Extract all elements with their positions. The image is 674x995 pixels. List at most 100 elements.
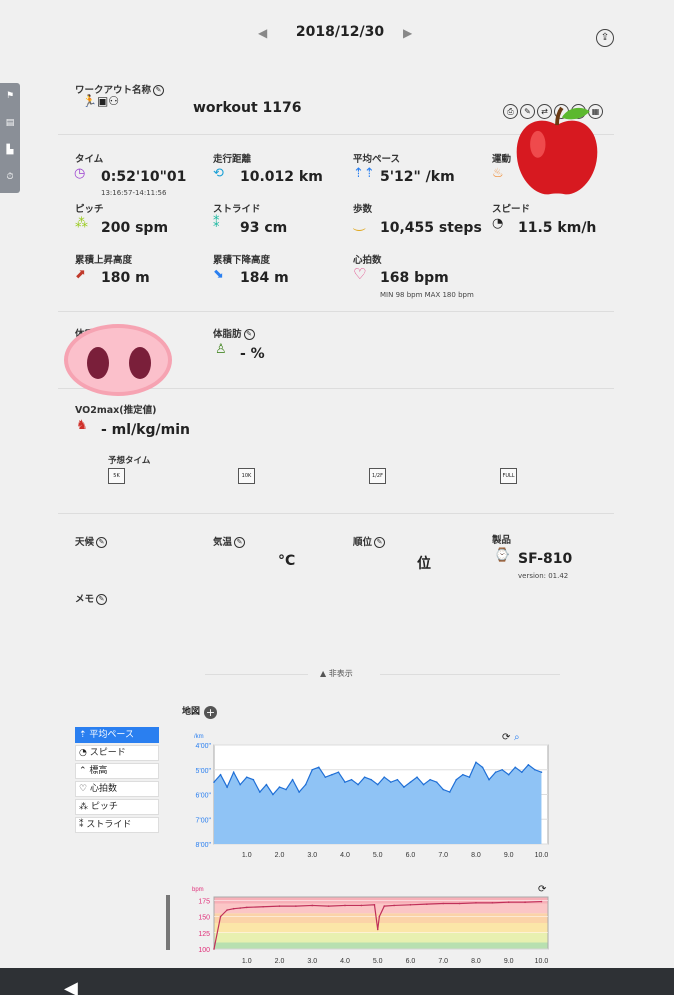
x-tick-label: 3.0 (307, 852, 317, 859)
side-tab-timer-icon[interactable]: ⏱ (0, 164, 20, 191)
x-tick-label: 3.0 (307, 958, 317, 965)
prev-date-button[interactable]: ◀ (258, 26, 267, 40)
pace-point (494, 771, 497, 774)
hr-point (262, 905, 264, 908)
pace-point (475, 761, 477, 764)
edit-pencil-icon[interactable]: ✎ (96, 537, 108, 548)
series-heart-rate[interactable]: ♡ 心拍数 (75, 781, 159, 797)
y-tick-label: 4'00" (195, 743, 211, 750)
pace-point (291, 778, 294, 781)
speed-value: 11.5 km/h (518, 220, 597, 236)
side-tab-summary-icon[interactable]: ⚑ (0, 83, 20, 110)
hide-toggle: ▲ 非表示 (0, 668, 674, 682)
pace-point (324, 776, 327, 778)
y-tick-label: 7'00" (195, 817, 211, 824)
series-elevation[interactable]: ⌃ 標高 (75, 763, 159, 779)
time-range: 13:16:57-14:11:56 (101, 189, 167, 197)
edit-pencil-icon[interactable]: ✎ (153, 85, 165, 96)
route-icon: ⟲ (213, 166, 224, 181)
run-type-icons: 🏃▣⚇ (82, 94, 120, 108)
ascent-icon: ⬈ (75, 267, 86, 282)
hr-point (426, 903, 428, 905)
scrollbar[interactable] (166, 895, 170, 950)
temperature-unit: °C (278, 553, 296, 569)
zoom-icon: ⌕ (514, 732, 520, 743)
pace-icon: ⇡⇡ (353, 166, 375, 181)
predict-5k-icon[interactable]: 5K (108, 468, 125, 484)
hr-zone-band (214, 942, 548, 949)
descent-value: 184 m (240, 270, 289, 286)
divider (58, 311, 614, 312)
pace-point (304, 783, 307, 786)
side-tab-lap-icon[interactable]: ▤ (0, 110, 20, 137)
pace-value: 5'12" /km (380, 169, 455, 185)
hide-button[interactable]: ▲ 非表示 (320, 668, 353, 679)
hr-point (524, 901, 526, 903)
body-fat-label: 体脂肪 ✎ (213, 326, 255, 340)
x-tick-label: 10.0 (535, 852, 549, 859)
x-tick-label: 6.0 (406, 958, 416, 965)
pace-point (409, 781, 412, 783)
y-tick-label: 5'00" (195, 768, 211, 775)
pace-point (448, 791, 451, 793)
series-speed[interactable]: ◔ スピード (75, 745, 159, 761)
series-pace[interactable]: ⇡ 平均ペース (75, 727, 159, 743)
hr-zone-band (214, 932, 548, 943)
pace-point (350, 778, 353, 781)
time-label: タイム (75, 154, 104, 165)
x-tick-label: 5.0 (373, 852, 383, 859)
hr-zone-band (214, 913, 548, 923)
rank-label: 順位 ✎ (353, 534, 386, 548)
pace-point (311, 768, 314, 771)
body-fat-icon: ♙ (215, 342, 227, 357)
bottom-bar (0, 968, 674, 995)
pace-point (383, 776, 386, 778)
share-icon[interactable]: ⇪ (596, 29, 614, 47)
pace-point (285, 788, 287, 791)
hr-point (540, 900, 543, 903)
edit-pencil-icon[interactable]: ✎ (374, 537, 386, 548)
series-stride[interactable]: ⁑ ストライド (75, 817, 159, 833)
pace-point (435, 781, 438, 783)
series-selector: ⇡ 平均ペース ◔ スピード ⌃ 標高 ♡ 心拍数 ⁂ ピッチ ⁑ ストライド (75, 727, 159, 835)
pace-point (239, 783, 241, 786)
pitch-label: ピッチ (75, 204, 104, 215)
heart-rate-chart: 100 125 150 175 bpm 1.0 2.0 3.0 4.0 5.0 6.0 7.0 8.0 9… (192, 884, 549, 965)
vo2max-label: VO2max(推定値) (75, 405, 157, 416)
y-tick-label: 8'00" (195, 842, 211, 849)
steps-value: 10,455 steps (380, 220, 482, 236)
pace-point (219, 773, 222, 776)
side-tab-graph-icon[interactable]: ▙ (0, 137, 20, 164)
hr-point (378, 915, 381, 918)
pace-point (540, 771, 543, 774)
weather-label: 天候 ✎ (75, 534, 108, 548)
pace-point (390, 781, 392, 783)
distance-label: 走行距離 (213, 154, 252, 165)
pace-point (507, 773, 510, 776)
edit-pencil-icon[interactable]: ✎ (234, 537, 246, 548)
pace-point (252, 778, 255, 781)
edit-pencil-icon[interactable]: ✎ (96, 594, 108, 605)
pace-point (363, 776, 366, 778)
back-arrow-icon[interactable]: ◀ (64, 980, 84, 995)
pace-point (422, 783, 425, 786)
map-add-icon[interactable]: + (204, 706, 217, 719)
product-label: 製品 (492, 535, 512, 546)
hr-point (383, 905, 386, 907)
side-tab-bar: ⚑ ▤ ▙ ⏱ (0, 83, 20, 193)
next-date-button[interactable]: ▶ (403, 26, 412, 40)
product-value: SF-810 (518, 551, 573, 567)
predict-half-icon[interactable]: 1/2F (369, 468, 386, 484)
map-label: 地図 (182, 707, 201, 717)
x-tick-label: 4.0 (340, 852, 350, 859)
edit-pencil-icon[interactable]: ✎ (243, 329, 255, 340)
pace-point (514, 766, 517, 769)
pace-point (455, 778, 458, 781)
product-version: version: 01.42 (518, 572, 569, 580)
stride-label: ストライド (213, 204, 261, 215)
series-pitch[interactable]: ⁂ ピッチ (75, 799, 159, 815)
predict-full-icon[interactable]: FULL (500, 468, 517, 484)
pace-point (396, 778, 399, 781)
heart-rate-range: MIN 98 bpm MAX 180 bpm (380, 291, 474, 299)
predict-10k-icon[interactable]: 10K (238, 468, 255, 484)
